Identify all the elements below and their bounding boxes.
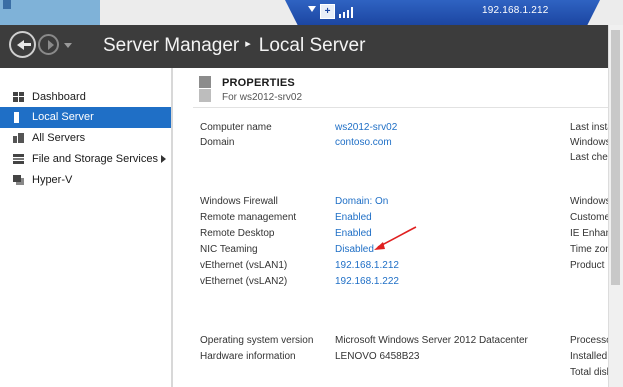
back-button[interactable] bbox=[9, 31, 36, 58]
value-nic-teaming[interactable]: Disabled bbox=[335, 244, 374, 255]
label-windows-firewall: Windows Firewall bbox=[200, 196, 278, 207]
value-vethernet-vslan2[interactable]: 192.168.1.222 bbox=[335, 276, 399, 287]
sidebar-item-local-server[interactable]: Local Server bbox=[0, 107, 171, 128]
remote-connection-bar: + 192.168.1.212 bbox=[0, 0, 623, 25]
label-computer-name: Computer name bbox=[200, 122, 272, 133]
sidebar-item-all-servers[interactable]: All Servers bbox=[0, 128, 171, 149]
value-remote-management[interactable]: Enabled bbox=[335, 212, 372, 223]
connection-bar-center: + 192.168.1.212 bbox=[285, 0, 600, 25]
value-vethernet-vslan1[interactable]: 192.168.1.212 bbox=[335, 260, 399, 271]
panel-divider bbox=[172, 68, 173, 387]
value-computer-name[interactable]: ws2012-srv02 bbox=[335, 122, 397, 133]
pin-dropdown-icon[interactable] bbox=[308, 6, 316, 12]
history-dropdown-icon[interactable] bbox=[64, 43, 72, 48]
local-server-icon bbox=[14, 112, 19, 123]
value-hardware-information: LENOVO 6458B23 bbox=[335, 351, 420, 362]
right-label-last-checked: Last chec bbox=[570, 152, 608, 163]
right-label-windows-update: Windows bbox=[570, 137, 608, 148]
connection-address: 192.168.1.212 bbox=[482, 5, 549, 16]
sidebar-item-file-and-storage-services[interactable]: File and Storage Services bbox=[0, 149, 171, 170]
properties-subtitle: For ws2012-srv02 bbox=[222, 92, 303, 103]
value-os-version: Microsoft Windows Server 2012 Datacenter bbox=[335, 335, 528, 346]
sidebar-item-dashboard[interactable]: Dashboard bbox=[0, 87, 171, 108]
right-label-customer-experience: Custome bbox=[570, 212, 608, 223]
label-domain: Domain bbox=[200, 137, 235, 148]
pin-button[interactable]: + bbox=[320, 4, 335, 19]
value-remote-desktop[interactable]: Enabled bbox=[335, 228, 372, 239]
breadcrumb-separator-icon: ▸ bbox=[245, 38, 251, 51]
sidebar-item-hyper-v[interactable]: Hyper-V bbox=[0, 170, 171, 191]
label-hardware-information: Hardware information bbox=[200, 351, 296, 362]
value-windows-firewall[interactable]: Domain: On bbox=[335, 196, 388, 207]
sidebar: Dashboard Local Server All Servers File … bbox=[0, 68, 172, 387]
server-manager-header: Server Manager ▸ Local Server bbox=[0, 25, 608, 68]
right-label-time-zone: Time zon bbox=[570, 244, 608, 255]
properties-title: PROPERTIES bbox=[222, 77, 295, 89]
right-label-last-installed: Last insta bbox=[570, 122, 608, 133]
label-remote-desktop: Remote Desktop bbox=[200, 228, 275, 239]
hyper-v-icon bbox=[13, 175, 24, 185]
properties-icon bbox=[199, 76, 211, 102]
forward-button[interactable] bbox=[38, 34, 59, 55]
scrollbar-thumb[interactable] bbox=[611, 30, 620, 285]
label-os-version: Operating system version bbox=[200, 335, 314, 346]
breadcrumb: Server Manager ▸ Local Server bbox=[103, 35, 365, 57]
sidebar-item-label: Local Server bbox=[32, 111, 94, 123]
dashboard-icon bbox=[13, 92, 24, 102]
right-label-product-id: Product I bbox=[570, 260, 608, 271]
all-servers-icon bbox=[13, 133, 24, 143]
annotation-arrow-icon bbox=[374, 226, 417, 250]
right-label-windows-error: Windows bbox=[570, 196, 608, 207]
sidebar-item-label: Dashboard bbox=[32, 91, 86, 103]
sidebar-item-label: Hyper-V bbox=[32, 174, 73, 186]
right-label-installed-memory: Installed bbox=[570, 351, 608, 362]
value-domain[interactable]: contoso.com bbox=[335, 137, 392, 148]
window-title-strip bbox=[0, 0, 100, 25]
right-label-total-disk: Total disk bbox=[570, 367, 608, 378]
app-title[interactable]: Server Manager bbox=[103, 35, 239, 56]
connection-signal-icon bbox=[339, 6, 357, 18]
expand-arrow-icon[interactable] bbox=[161, 155, 166, 163]
label-nic-teaming: NIC Teaming bbox=[200, 244, 258, 255]
right-label-ie-enhanced: IE Enhanc bbox=[570, 228, 608, 239]
sidebar-item-label: File and Storage Services bbox=[32, 153, 158, 165]
properties-divider bbox=[193, 107, 608, 108]
label-vethernet-vslan1: vEthernet (vsLAN1) bbox=[200, 260, 288, 271]
file-storage-icon bbox=[13, 154, 24, 164]
right-label-processors: Processo bbox=[570, 335, 608, 346]
page-title: Local Server bbox=[258, 35, 366, 56]
label-remote-management: Remote management bbox=[200, 212, 297, 223]
sidebar-item-label: All Servers bbox=[32, 132, 86, 144]
label-vethernet-vslan2: vEthernet (vsLAN2) bbox=[200, 276, 288, 287]
